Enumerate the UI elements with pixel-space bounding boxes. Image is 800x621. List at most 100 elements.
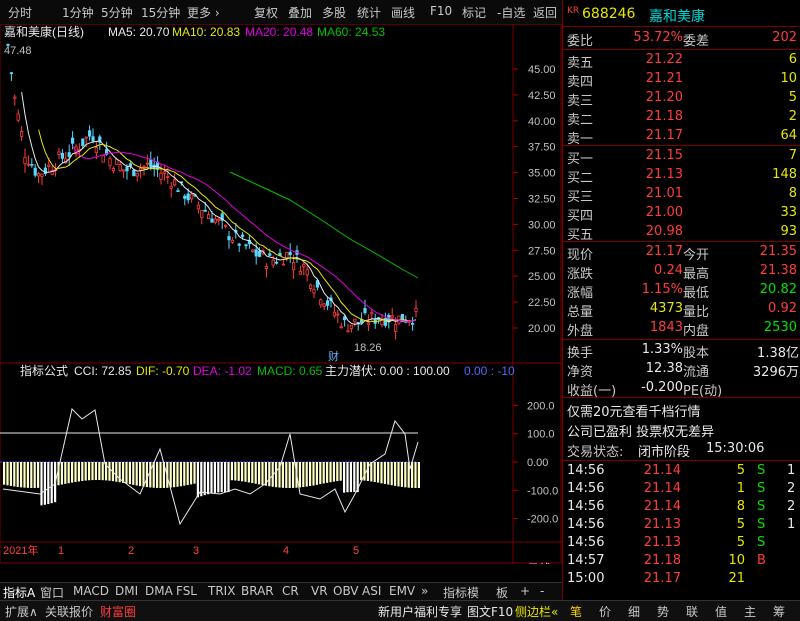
indicator-tab-2[interactable]: MACD [73, 584, 109, 598]
panel-tab-5[interactable]: 值 [715, 603, 727, 620]
indicator-tab-13[interactable]: » [421, 584, 428, 598]
indicator-bar [3, 462, 6, 485]
candle-body [13, 96, 17, 99]
candle-body [6, 44, 10, 46]
indicator-tab-6[interactable]: TRIX [208, 584, 235, 598]
candle-body [370, 312, 374, 315]
ma10-label: MA10: 20.83 [172, 25, 240, 39]
ma10-line [38, 129, 417, 323]
candle-body [308, 284, 313, 289]
candle-body [37, 173, 41, 177]
weibi-row: 委比 53.72% 委差 202 [567, 30, 797, 49]
price-tick-label: 22.50 [528, 297, 556, 309]
toolbar-item-3[interactable]: 15分钟 [141, 4, 180, 21]
panel-tab-0[interactable]: 笔 [570, 603, 582, 620]
indicator-tab-12[interactable]: EMV [389, 584, 415, 598]
indicator-bar [305, 462, 308, 487]
indicator-bar [349, 462, 352, 493]
indicator-bar [132, 462, 135, 485]
indicator-tab-17[interactable]: - [540, 584, 544, 598]
panel-tab-1[interactable]: 价 [599, 603, 611, 620]
stat-label: 总量 [567, 305, 594, 320]
toolbar-item-8[interactable]: 统计 [357, 4, 381, 21]
toolbar-item-9[interactable]: 画线 [391, 4, 415, 21]
indicator-bar [128, 462, 131, 485]
buy-volume: 148 [772, 167, 797, 182]
candle-body [125, 167, 129, 172]
stat-value: 21.38 [759, 263, 797, 278]
panel-tab-3[interactable]: 势 [657, 603, 669, 620]
kline-chart[interactable]: 45.0042.5040.0037.5035.0032.5030.0027.50… [0, 24, 562, 564]
stat-label: 涨幅 [567, 286, 594, 301]
indicator-tab-10[interactable]: OBV [333, 584, 359, 598]
bottom-tab-2[interactable]: 财富圈 [100, 603, 136, 620]
toolbar-item-6[interactable]: 叠加 [288, 4, 312, 21]
bottom-tab-4[interactable]: 图文F10 [467, 603, 513, 620]
toolbar-item-10[interactable]: F10 [430, 4, 452, 18]
stat-label: 流通 [683, 365, 710, 380]
bottom-tab-0[interactable]: 扩展∧ [5, 603, 38, 620]
indicator-bar [394, 462, 397, 486]
x-axis-label: 2 [128, 545, 134, 557]
indicator-tab-14[interactable]: 指标模 [443, 584, 479, 601]
indicator-tab-8[interactable]: CR [282, 584, 299, 598]
candle-body [159, 172, 163, 180]
tick-row: 14:56 21.14 1 S 2 [563, 481, 800, 499]
toolbar-item-11[interactable]: 标记 [462, 4, 486, 21]
indicator-bar [241, 462, 244, 482]
toolbar-item-1[interactable]: 1分钟 [62, 4, 94, 21]
ma60-line [229, 171, 419, 279]
toolbar-item-4[interactable]: 更多 › [187, 4, 220, 21]
tick-time: 14:56 [567, 535, 605, 550]
indicator-bar [122, 462, 125, 483]
toolbar-item-12[interactable]: -自选 [497, 4, 525, 21]
indicator-tab-5[interactable]: FSL [176, 584, 197, 598]
sell-row: 卖二 21.18 2 [563, 109, 800, 128]
indicator-bar [135, 462, 138, 486]
candle-body [67, 152, 71, 157]
bottom-tab-1[interactable]: 关联报价 [45, 603, 93, 620]
toolbar-item-13[interactable]: 返回 [533, 4, 557, 21]
toolbar-item-2[interactable]: 5分钟 [101, 4, 133, 21]
candle-body [257, 250, 262, 257]
ma20-label: MA20: 20.48 [245, 25, 313, 39]
tick-volume: 5 [736, 535, 745, 550]
candle-body [312, 289, 316, 294]
candle-body [19, 131, 24, 137]
toolbar-item-5[interactable]: 复权 [254, 4, 278, 21]
tick-price: 21.14 [643, 463, 681, 478]
toolbar-item-0[interactable]: 分时 [8, 4, 32, 21]
indicator-tab-1[interactable]: 窗口 [40, 584, 64, 601]
candle-body [349, 324, 354, 329]
stat-row: 外盘 1843 内盘 2530 [563, 320, 800, 339]
stat-row: 涨幅 1.15% 最低 20.82 [563, 282, 800, 301]
x-axis-label: 4 [283, 545, 289, 557]
tick-price: 21.13 [643, 517, 681, 532]
panel-tab-4[interactable]: 联 [686, 603, 698, 620]
tick-time: 14:56 [567, 517, 605, 532]
toolbar-item-7[interactable]: 多股 [322, 4, 346, 21]
panel-tab-6[interactable]: 主 [744, 603, 756, 620]
indicator-tab-16[interactable]: + [520, 584, 530, 598]
notice-upgrade[interactable]: 仅需20元查看千档行情 [563, 401, 800, 420]
indicator-tab-11[interactable]: ASI [362, 584, 381, 598]
indicator-tab-0[interactable]: 指标A [3, 584, 35, 601]
panel-tab-7[interactable]: 筹 [773, 603, 785, 620]
bottom-tab-5[interactable]: 侧边栏« [515, 603, 558, 620]
candle-body [203, 209, 207, 212]
indicator-tab-9[interactable]: VR [311, 584, 328, 598]
top-toolbar: 分时 1分钟 5分钟 15分钟 更多 › 复权 叠加 多股 统计 画线 F10 标记 -自选 返回 [0, 0, 562, 25]
indicator-tab-3[interactable]: DMI [115, 584, 138, 598]
stat-row: 涨跌 0.24 最高 21.38 [563, 263, 800, 282]
indicator-tab-15[interactable]: 板 [496, 584, 508, 601]
tick-time: 14:56 [567, 499, 605, 514]
indicator-tab-7[interactable]: BRAR [241, 584, 274, 598]
panel-tab-2[interactable]: 细 [628, 603, 640, 620]
price-tick-label: 37.50 [528, 142, 556, 154]
price-tick-label: 42.50 [528, 90, 556, 102]
indicator-tick-label: 100.0 [527, 429, 555, 441]
indicator-bar [224, 462, 227, 493]
indicator-tab-4[interactable]: DMA [145, 584, 173, 598]
bottom-tab-3[interactable]: 新用户福利专享 [378, 603, 462, 620]
candle-body [183, 195, 187, 199]
